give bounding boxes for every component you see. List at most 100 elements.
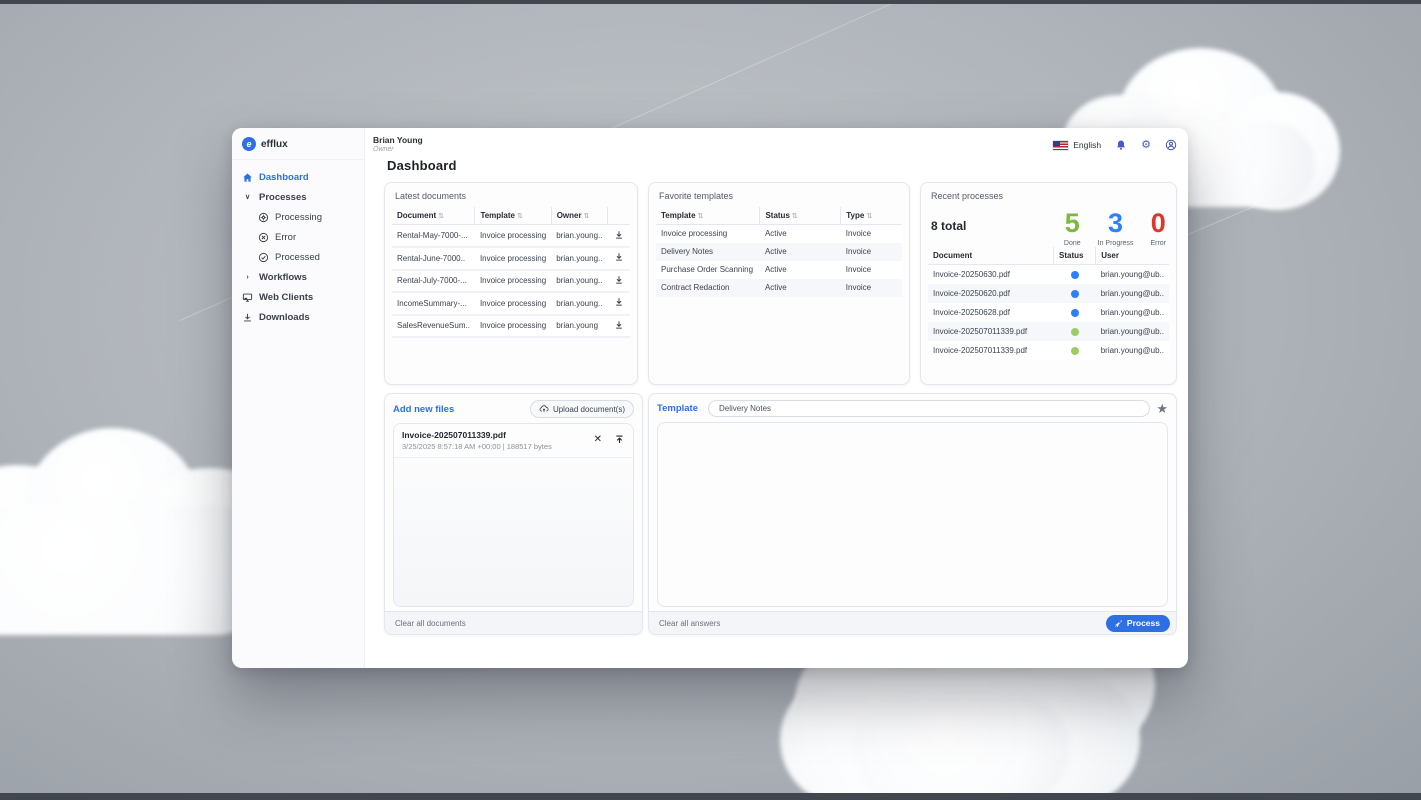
table-row[interactable]: Invoice-202507011339.pdfbrian.young@ub.. bbox=[928, 341, 1169, 360]
remove-file-icon[interactable]: ✕ bbox=[594, 435, 602, 445]
col-header-template[interactable]: Template⇅ bbox=[475, 207, 551, 225]
template-header: Template Delivery Notes ★ bbox=[649, 394, 1176, 422]
table-row[interactable]: Invoice-20250620.pdfbrian.young@ub.. bbox=[928, 284, 1169, 303]
template-footer: Clear all answers Process bbox=[649, 611, 1176, 634]
circle-x-icon bbox=[258, 232, 269, 243]
template-label: Template bbox=[657, 403, 698, 414]
table-row[interactable]: Contract RedactionActiveInvoice bbox=[656, 279, 902, 297]
process-button[interactable]: Process bbox=[1106, 615, 1170, 632]
table-row[interactable]: Invoice-20250630.pdfbrian.young@ub.. bbox=[928, 265, 1169, 284]
user-block: Brian Young Owner bbox=[373, 135, 423, 153]
rocket-icon bbox=[1114, 619, 1123, 628]
col-header-user[interactable]: User bbox=[1096, 247, 1169, 265]
process-stats: 5 Done 3 In Progress 0 Error bbox=[1064, 209, 1166, 247]
clear-all-documents-button[interactable]: Clear all documents bbox=[395, 619, 466, 628]
table-row[interactable]: SalesRevenueSum..Invoice processingbrian… bbox=[392, 315, 630, 338]
clear-all-answers-button[interactable]: Clear all answers bbox=[659, 619, 720, 628]
table-row[interactable]: Purchase Order ScanningActiveInvoice bbox=[656, 261, 902, 279]
col-header-document[interactable]: Document⇅ bbox=[392, 207, 475, 225]
brand-name: efflux bbox=[261, 139, 288, 150]
col-header-document[interactable]: Document bbox=[928, 247, 1054, 265]
latest-documents-card: Latest documents Document⇅ Template⇅ Own… bbox=[384, 182, 638, 385]
col-header-status[interactable]: Status bbox=[1054, 247, 1096, 265]
col-header-actions bbox=[607, 207, 630, 225]
answers-area bbox=[657, 422, 1168, 607]
sidebar-item-workflows[interactable]: › Workflows bbox=[232, 267, 364, 287]
add-files-footer: Clear all documents bbox=[385, 611, 642, 634]
recent-processes-summary: 8 total 5 Done 3 In Progress 0 Error bbox=[921, 207, 1176, 247]
user-name: Brian Young bbox=[373, 135, 423, 145]
letterbox-bar-top bbox=[0, 0, 1421, 4]
status-dot bbox=[1071, 271, 1079, 279]
download-icon bbox=[242, 312, 253, 323]
topbar: Brian Young Owner English ⚙ bbox=[373, 135, 1177, 153]
language-selector[interactable]: English bbox=[1053, 140, 1101, 150]
sidebar-item-downloads[interactable]: Downloads bbox=[232, 307, 364, 327]
sidebar-item-processed[interactable]: Processed bbox=[232, 247, 364, 267]
file-actions: ✕ bbox=[594, 430, 625, 445]
sidebar-item-processing[interactable]: Processing bbox=[232, 207, 364, 227]
stat-in-progress: 3 In Progress bbox=[1098, 209, 1134, 247]
sort-icon: ⇅ bbox=[698, 213, 704, 220]
sidebar-nav: Dashboard ∨ Processes Processing Error bbox=[232, 160, 364, 334]
table-row[interactable]: Rental-May-7000-...Invoice processingbri… bbox=[392, 225, 630, 248]
bell-icon[interactable] bbox=[1115, 139, 1127, 151]
circle-check-icon bbox=[258, 252, 269, 263]
col-header-owner[interactable]: Owner⇅ bbox=[551, 207, 607, 225]
total-count: 8 total bbox=[931, 219, 966, 233]
template-card: Template Delivery Notes ★ Clear all answ… bbox=[648, 393, 1177, 635]
stat-error: 0 Error bbox=[1150, 209, 1166, 247]
col-header-status[interactable]: Status⇅ bbox=[760, 207, 841, 225]
table-row[interactable]: Invoice-202507011339.pdfbrian.young@ub.. bbox=[928, 322, 1169, 341]
col-header-template[interactable]: Template⇅ bbox=[656, 207, 760, 225]
recent-processes-card: Recent processes 8 total 5 Done 3 In Pro… bbox=[920, 182, 1177, 385]
table-row[interactable]: Invoice processingActiveInvoice bbox=[656, 225, 902, 243]
chevron-right-icon: › bbox=[242, 274, 253, 281]
cloud-upload-icon bbox=[539, 404, 549, 414]
favorite-star-icon[interactable]: ★ bbox=[1156, 402, 1168, 415]
download-icon[interactable] bbox=[614, 297, 624, 307]
table-row[interactable]: Delivery NotesActiveInvoice bbox=[656, 243, 902, 261]
download-icon[interactable] bbox=[614, 320, 624, 330]
sidebar-item-error[interactable]: Error bbox=[232, 227, 364, 247]
table-row[interactable]: Rental-July-7000-...Invoice processingbr… bbox=[392, 270, 630, 293]
us-flag-icon bbox=[1053, 141, 1068, 150]
letterbox-bar-bottom bbox=[0, 793, 1421, 800]
sidebar: e efflux Dashboard ∨ Processes Processin… bbox=[232, 128, 365, 668]
status-dot bbox=[1071, 347, 1079, 355]
add-files-header: Add new files Upload document(s) bbox=[385, 394, 642, 423]
sort-icon: ⇅ bbox=[866, 213, 872, 220]
file-meta: 3/25/2025 8:57:18 AM +00:00 | 188517 byt… bbox=[402, 442, 552, 451]
uploaded-file-item: Invoice-202507011339.pdf 3/25/2025 8:57:… bbox=[394, 424, 633, 458]
favorite-templates-title: Favorite templates bbox=[649, 183, 909, 207]
table-row[interactable]: Invoice-20250628.pdfbrian.young@ub.. bbox=[928, 303, 1169, 322]
sidebar-item-web-clients[interactable]: Web Clients bbox=[232, 287, 364, 307]
gear-icon[interactable]: ⚙ bbox=[1141, 139, 1151, 151]
add-files-card: Add new files Upload document(s) Invoice… bbox=[384, 393, 643, 635]
add-files-title: Add new files bbox=[393, 404, 454, 415]
sidebar-item-processes[interactable]: ∨ Processes bbox=[232, 187, 364, 207]
status-dot bbox=[1071, 328, 1079, 336]
download-icon[interactable] bbox=[614, 275, 624, 285]
download-icon[interactable] bbox=[614, 230, 624, 240]
table-row[interactable]: IncomeSummary-...Invoice processingbrian… bbox=[392, 292, 630, 315]
upload-to-top-icon[interactable] bbox=[614, 434, 625, 445]
latest-documents-table: Document⇅ Template⇅ Owner⇅ Rental-May-70… bbox=[392, 207, 630, 338]
sort-icon: ⇅ bbox=[517, 213, 523, 220]
main-content: Brian Young Owner English ⚙ Da bbox=[365, 128, 1188, 668]
download-icon[interactable] bbox=[614, 252, 624, 262]
profile-icon[interactable] bbox=[1165, 139, 1177, 151]
file-drop-area[interactable]: Invoice-202507011339.pdf 3/25/2025 8:57:… bbox=[393, 423, 634, 607]
processing-icon bbox=[258, 212, 269, 223]
recent-processes-title: Recent processes bbox=[921, 183, 1176, 207]
monitor-icon bbox=[242, 292, 253, 303]
sort-icon: ⇅ bbox=[438, 213, 444, 220]
upload-documents-button[interactable]: Upload document(s) bbox=[530, 400, 634, 418]
table-row[interactable]: Rental-June-7000..Invoice processingbria… bbox=[392, 247, 630, 270]
latest-documents-title: Latest documents bbox=[385, 183, 637, 207]
cards-row-2: Add new files Upload document(s) Invoice… bbox=[384, 393, 1177, 635]
sidebar-item-dashboard[interactable]: Dashboard bbox=[232, 167, 364, 187]
col-header-type[interactable]: Type⇅ bbox=[841, 207, 902, 225]
template-select[interactable]: Delivery Notes bbox=[708, 400, 1150, 417]
file-info: Invoice-202507011339.pdf 3/25/2025 8:57:… bbox=[402, 430, 552, 451]
